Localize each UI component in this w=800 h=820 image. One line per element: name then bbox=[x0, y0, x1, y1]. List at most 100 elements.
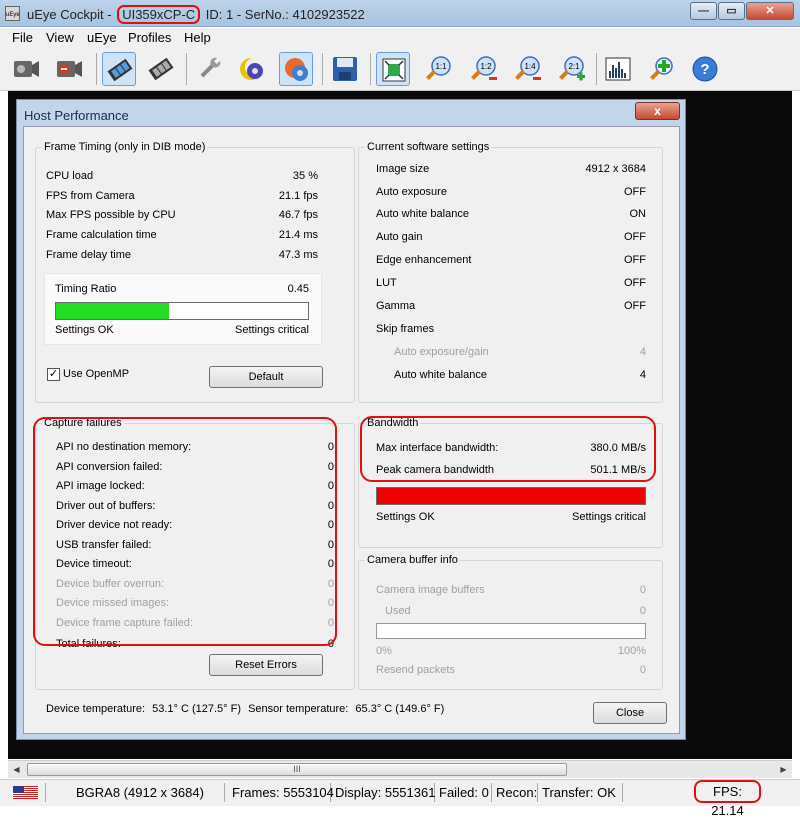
skip-auto-exposure-value: 4 bbox=[639, 346, 646, 358]
menu-file[interactable]: File bbox=[12, 30, 33, 45]
frame-timing-title: Frame Timing (only in DIB mode) bbox=[42, 141, 208, 153]
timing-critical-label: Settings critical bbox=[235, 324, 309, 336]
settings-cog-ball-icon[interactable] bbox=[279, 52, 313, 86]
save-disk-icon[interactable] bbox=[328, 52, 362, 86]
histogram-icon[interactable] bbox=[601, 52, 635, 86]
zoom-1-1-label: 1:1 bbox=[435, 62, 447, 71]
zoom-1-4-label: 1:4 bbox=[524, 62, 536, 71]
frame-calc-value: 21.4 ms bbox=[278, 229, 318, 241]
camera-id-serial: ID: 1 - SerNo.: 4102923522 bbox=[205, 7, 365, 22]
dialog-title: Host Performance bbox=[24, 108, 129, 123]
live-video-icon[interactable] bbox=[102, 52, 136, 86]
dialog-close-button[interactable]: x bbox=[635, 102, 680, 120]
minimize-button[interactable]: — bbox=[690, 2, 717, 20]
buffer-max-label: 100% bbox=[617, 645, 646, 657]
menu-ueye[interactable]: uEye bbox=[87, 30, 117, 45]
camera-open-icon[interactable] bbox=[9, 52, 43, 86]
close-button[interactable]: Close bbox=[593, 702, 667, 724]
status-failed: Failed: 0 bbox=[435, 783, 492, 802]
fps-camera-label: FPS from Camera bbox=[46, 190, 135, 202]
use-openmp-checkbox[interactable]: ✓ bbox=[47, 368, 60, 381]
cpu-load-value: 35 % bbox=[292, 170, 318, 182]
default-button[interactable]: Default bbox=[209, 366, 323, 388]
help-icon[interactable]: ? bbox=[688, 52, 722, 86]
zoom-1-1-icon[interactable]: 1:1 bbox=[421, 52, 455, 86]
bandwidth-highlight bbox=[360, 416, 656, 482]
skip-auto-white-balance-label: Auto white balance bbox=[394, 369, 487, 381]
app-icon-label: uEye bbox=[6, 12, 20, 18]
maximize-button[interactable]: ▭ bbox=[718, 2, 745, 20]
fit-window-icon[interactable] bbox=[376, 52, 410, 86]
skip-frames-label: Skip frames bbox=[376, 323, 435, 335]
menu-profiles[interactable]: Profiles bbox=[128, 30, 171, 45]
used-label: Used bbox=[385, 605, 411, 617]
edge-enhancement-label: Edge enhancement bbox=[376, 254, 472, 266]
image-size-label: Image size bbox=[376, 163, 430, 175]
app-icon[interactable]: uEye bbox=[5, 6, 20, 21]
status-format: BGRA8 (4912 x 3684) bbox=[45, 783, 225, 802]
frame-delay-value: 47.3 ms bbox=[278, 249, 318, 261]
menu-view[interactable]: View bbox=[46, 30, 74, 45]
buffer-scale: 0% 100% bbox=[376, 645, 646, 659]
auto-gain-value: OFF bbox=[624, 231, 646, 243]
skip-auto-exposure-label: Auto exposure/gain bbox=[394, 346, 489, 358]
buffer-min-label: 0% bbox=[376, 645, 392, 657]
setting-row: Edge enhancement OFF bbox=[376, 254, 646, 268]
camera-model: UI359xCP-C bbox=[117, 5, 201, 24]
setting-row: LUT OFF bbox=[376, 277, 646, 291]
buffer-info-title: Camera buffer info bbox=[365, 554, 460, 566]
bandwidth-ok-label: Settings OK bbox=[376, 511, 435, 523]
camera-close-icon[interactable] bbox=[52, 52, 86, 86]
max-fps-label: Max FPS possible by CPU bbox=[46, 209, 176, 221]
image-size-value: 4912 x 3684 bbox=[585, 163, 646, 175]
image-buffers-label: Camera image buffers bbox=[376, 584, 485, 596]
title-bar: uEye uEye Cockpit - UI359xCP-C ID: 1 - S… bbox=[0, 0, 800, 27]
reset-errors-button[interactable]: Reset Errors bbox=[209, 654, 323, 676]
horizontal-scrollbar[interactable]: ◀ III ▶ bbox=[8, 760, 792, 778]
capture-failures-highlight bbox=[33, 417, 337, 646]
status-transfer: Transfer: OK bbox=[538, 783, 623, 802]
zoom-1-2-label: 1:2 bbox=[480, 62, 492, 71]
gamma-label: Gamma bbox=[376, 300, 416, 312]
auto-exposure-label: Auto exposure bbox=[376, 186, 447, 198]
properties-wrench-icon[interactable] bbox=[192, 52, 226, 86]
auto-gain-label: Auto gain bbox=[376, 231, 423, 243]
status-recon: Recon: bbox=[492, 783, 538, 802]
status-display: Display: 5551361 bbox=[331, 783, 435, 802]
resend-packets-label: Resend packets bbox=[376, 664, 455, 676]
zoom-1-2-icon[interactable]: 1:2 bbox=[466, 52, 500, 86]
frame-delay-label: Frame delay time bbox=[46, 249, 131, 261]
timing-ratio-value: 0.45 bbox=[287, 283, 309, 295]
magnifier-plus-icon[interactable] bbox=[645, 52, 679, 86]
scrollbar-thumb[interactable]: III bbox=[27, 763, 567, 776]
timing-row: Frame calculation time 21.4 ms bbox=[46, 229, 318, 243]
toolbar: 1:1 1:2 1:4 2:1 ? bbox=[0, 47, 800, 91]
sensor-temp-label: Sensor temperature: bbox=[248, 703, 349, 715]
menu-bar: File View uEye Profiles Help bbox=[0, 28, 800, 47]
frame-calc-label: Frame calculation time bbox=[46, 229, 157, 241]
skip-row: Auto exposure/gain 4 bbox=[394, 346, 646, 360]
frame-timing-group: Frame Timing (only in DIB mode) CPU load… bbox=[35, 141, 355, 403]
buffer-used-bar bbox=[376, 623, 646, 639]
bandwidth-bar-fill bbox=[377, 488, 645, 504]
close-window-button[interactable]: ✕ bbox=[746, 2, 794, 20]
sensor-temp-value: 65.3° C (149.6° F) bbox=[355, 703, 445, 715]
buffer-row: Used 0 bbox=[385, 605, 646, 619]
scroll-right-icon[interactable]: ▶ bbox=[775, 761, 792, 778]
app-name: uEye Cockpit bbox=[27, 7, 104, 22]
setting-row: Auto gain OFF bbox=[376, 231, 646, 245]
zoom-2-1-icon[interactable]: 2:1 bbox=[554, 52, 588, 86]
freeze-frame-icon[interactable] bbox=[144, 52, 178, 86]
timing-ratio-panel: Timing Ratio 0.45 Settings OK Settings cri… bbox=[44, 273, 322, 345]
timing-row: Max FPS possible by CPU 46.7 fps bbox=[46, 209, 318, 223]
us-flag-icon bbox=[13, 786, 38, 799]
settings-cog-moon-icon[interactable] bbox=[236, 52, 270, 86]
menu-help[interactable]: Help bbox=[184, 30, 211, 45]
zoom-1-4-icon[interactable]: 1:4 bbox=[510, 52, 544, 86]
scroll-left-icon[interactable]: ◀ bbox=[8, 761, 25, 778]
fps-camera-value: 21.1 fps bbox=[278, 190, 318, 202]
buffer-row: Camera image buffers 0 bbox=[376, 584, 646, 598]
setting-row: Auto white balance ON bbox=[376, 208, 646, 222]
cpu-load-label: CPU load bbox=[46, 170, 94, 182]
gamma-value: OFF bbox=[624, 300, 646, 312]
